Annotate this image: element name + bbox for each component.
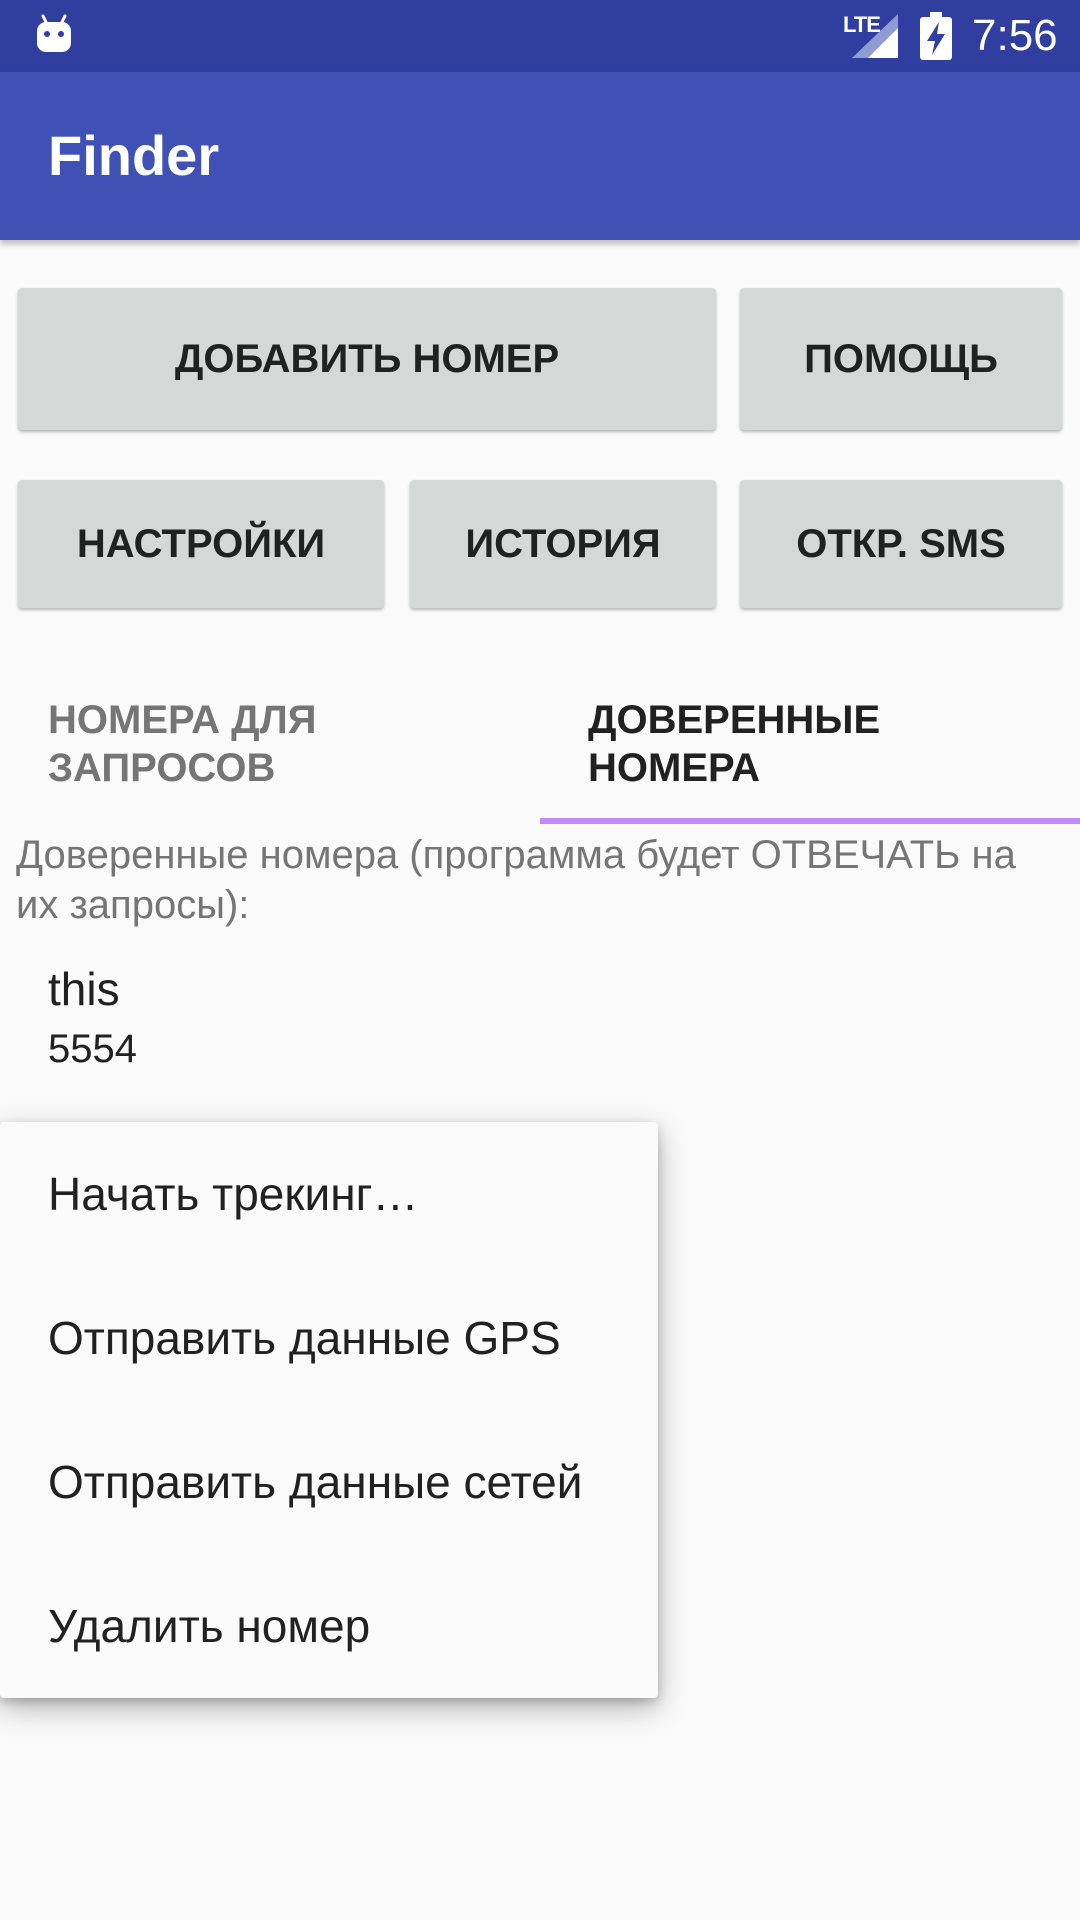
battery-charging-icon [920, 12, 952, 60]
menu-item-send-network-data[interactable]: Отправить данные сетей [0, 1410, 658, 1554]
menu-item-start-tracking-label: Начать трекинг… [48, 1168, 419, 1220]
trusted-numbers-description: Доверенные номера (программа будет ОТВЕЧ… [16, 833, 1016, 927]
tab-trusted-numbers-label: ДОВЕРЕННЫЕ НОМЕРА [588, 698, 881, 790]
tab-trusted-numbers[interactable]: ДОВЕРЕННЫЕ НОМЕРА [540, 670, 1080, 826]
history-button[interactable]: ИСТОРИЯ [410, 480, 716, 608]
menu-item-delete-number-label: Удалить номер [48, 1600, 371, 1652]
add-number-button-label: ДОБАВИТЬ НОМЕР [174, 336, 560, 381]
help-button-label: ПОМОЩЬ [804, 336, 998, 381]
tab-request-numbers[interactable]: НОМЕРА ДЛЯ ЗАПРОСОВ [0, 670, 540, 826]
settings-button[interactable]: НАСТРОЙКИ [18, 480, 384, 608]
history-button-label: ИСТОРИЯ [465, 521, 661, 566]
list-item-name[interactable]: this [48, 962, 120, 1016]
menu-item-start-tracking[interactable]: Начать трекинг… [0, 1122, 658, 1266]
android-robot-icon [37, 14, 71, 52]
menu-item-send-gps-data[interactable]: Отправить данные GPS [0, 1266, 658, 1410]
app-title: Finder [48, 124, 220, 187]
tab-request-numbers-label: НОМЕРА ДЛЯ ЗАПРОСОВ [48, 698, 317, 790]
tab-indicator [540, 818, 1080, 824]
settings-button-label: НАСТРОЙКИ [76, 521, 326, 566]
menu-item-send-network-data-label: Отправить данные сетей [48, 1456, 583, 1508]
app-bar: Finder [0, 72, 1080, 240]
status-clock: 7:56 [972, 11, 1058, 60]
add-number-button[interactable]: ДОБАВИТЬ НОМЕР [18, 288, 716, 430]
menu-item-delete-number[interactable]: Удалить номер [0, 1554, 658, 1698]
open-sms-button-label: ОТКР. SMS [796, 521, 1006, 566]
menu-item-send-gps-data-label: Отправить данные GPS [48, 1312, 561, 1364]
tab-bar: НОМЕРА ДЛЯ ЗАПРОСОВ ДОВЕРЕННЫЕ НОМЕРА [0, 670, 1080, 826]
open-sms-button[interactable]: ОТКР. SMS [740, 480, 1062, 608]
help-button[interactable]: ПОМОЩЬ [740, 288, 1062, 430]
list-item-number[interactable]: 5554 [48, 1024, 137, 1074]
signal-icon [852, 14, 898, 58]
context-menu: Начать трекинг… Отправить данные GPS Отп… [0, 1122, 658, 1698]
status-bar: LTE 7:56 [0, 0, 1080, 72]
